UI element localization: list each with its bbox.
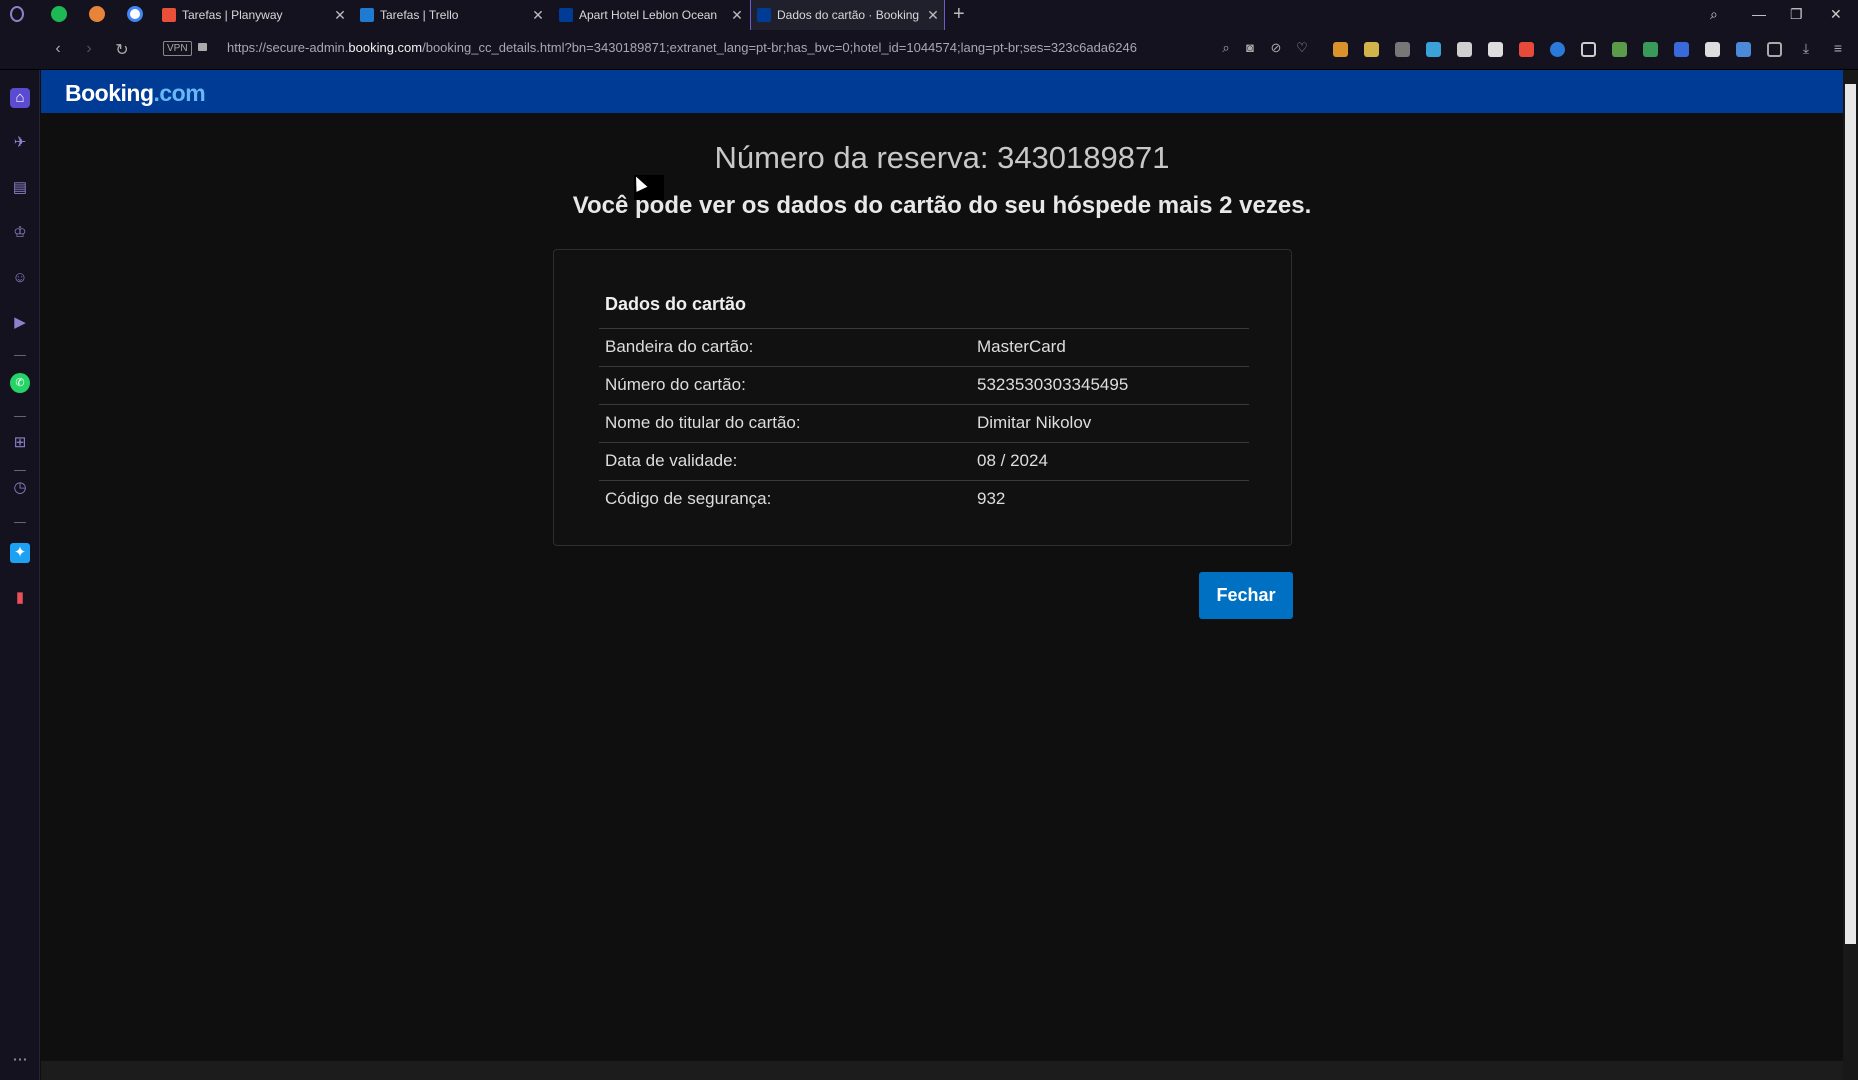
extension-2-icon[interactable] <box>1364 42 1379 57</box>
crown-icon[interactable]: ♔ <box>10 223 30 243</box>
extension-1-icon[interactable] <box>1333 42 1348 57</box>
tab-planyway[interactable]: Tarefas | Planyway ✕ <box>160 0 347 30</box>
history-icon[interactable]: ◷ <box>10 478 30 498</box>
row-label: Data de validade: <box>605 451 738 470</box>
close-tab-icon[interactable]: ✕ <box>730 7 744 24</box>
row-label: Código de segurança: <box>605 489 772 508</box>
row-value: Dimitar Nikolov <box>977 413 1092 432</box>
close-tab-icon[interactable]: ✕ <box>333 7 347 24</box>
extension-10-icon[interactable] <box>1612 42 1627 57</box>
sidebar-divider <box>14 355 26 356</box>
tab-title: Apart Hotel Leblon Ocean <box>579 8 718 22</box>
extension-4-icon[interactable] <box>1426 42 1441 57</box>
adblock-icon[interactable]: ⊘ <box>1266 40 1286 56</box>
trello-favicon-icon <box>360 8 374 22</box>
snapshot-icon[interactable]: ◙ <box>1240 40 1260 55</box>
easy-setup-icon[interactable]: ≡ <box>1828 40 1848 56</box>
row-value: 932 <box>977 489 1006 508</box>
reservation-heading: Número da reserva: 3430189871 <box>714 140 1170 175</box>
restore-icon[interactable]: ❐ <box>1790 6 1803 23</box>
emoji-icon[interactable]: ☺ <box>10 268 30 288</box>
extension-6-icon[interactable] <box>1488 42 1503 57</box>
bottom-bar <box>41 1061 1843 1080</box>
tab-title: Tarefas | Planyway <box>182 8 283 22</box>
opera-menu-icon[interactable] <box>10 6 24 22</box>
extension-9-icon[interactable] <box>1581 42 1596 57</box>
extension-15-icon[interactable] <box>1767 42 1782 57</box>
view-limit-warning: Você pode ver os dados do cartão do seu … <box>572 192 1312 219</box>
row-label: Número do cartão: <box>605 375 746 394</box>
analytics-icon[interactable]: ▮ <box>10 588 30 608</box>
extension-3-icon[interactable] <box>1395 42 1410 57</box>
tab-trello[interactable]: Tarefas | Trello ✕ <box>358 0 545 30</box>
card-row-cvc: Código de segurança: 932 <box>599 480 1249 519</box>
sidebar-divider <box>14 470 26 471</box>
row-value: 5323530303345495 <box>977 375 1129 394</box>
back-icon[interactable]: ‹ <box>48 40 68 58</box>
close-tab-icon[interactable]: ✕ <box>531 7 545 24</box>
card-details-panel: Dados do cartão Bandeira do cartão: Mast… <box>553 249 1292 546</box>
booking-header: Booking.com <box>41 70 1843 113</box>
pinned-tab-spotify-icon[interactable] <box>51 6 67 22</box>
downloads-icon[interactable]: ⤓ <box>1796 40 1816 57</box>
address-bar-row: ‹ › ↻ VPN https://secure-admin.booking.c… <box>0 30 1858 70</box>
booking-favicon-icon <box>757 8 771 22</box>
tab-title: Dados do cartão · Booking <box>777 8 920 22</box>
extension-12-icon[interactable] <box>1674 42 1689 57</box>
extension-14-icon[interactable] <box>1736 42 1751 57</box>
sidebar-divider <box>14 416 26 417</box>
bookmark-heart-icon[interactable]: ♡ <box>1292 40 1312 56</box>
booking-logo[interactable]: Booking.com <box>65 80 206 107</box>
close-tab-icon[interactable]: ✕ <box>926 7 940 24</box>
vpn-badge[interactable]: VPN <box>163 41 192 56</box>
zoom-icon[interactable]: ⌕ <box>1216 40 1236 56</box>
extension-11-icon[interactable] <box>1643 42 1658 57</box>
window-close-icon[interactable]: ✕ <box>1830 6 1842 23</box>
scrollbar-thumb[interactable] <box>1845 84 1856 944</box>
extension-5-icon[interactable] <box>1457 42 1472 57</box>
home-icon[interactable]: ⌂ <box>10 88 30 108</box>
minimize-icon[interactable]: — <box>1752 6 1766 22</box>
whatsapp-icon[interactable]: ✆ <box>10 373 30 393</box>
close-button[interactable]: Fechar <box>1199 572 1293 619</box>
new-tab-button[interactable]: + <box>953 3 965 26</box>
forward-icon[interactable]: › <box>79 40 99 58</box>
sidebar-divider <box>14 522 26 523</box>
card-row-number: Número do cartão: 5323530303345495 <box>599 366 1249 405</box>
search-tabs-icon[interactable]: ⌕ <box>1710 6 1718 23</box>
player-icon[interactable]: ▶ <box>10 313 30 333</box>
more-icon[interactable]: ⋯ <box>10 1050 30 1070</box>
extension-8-icon[interactable] <box>1550 42 1565 57</box>
card-row-expiry: Data de validade: 08 / 2024 <box>599 442 1249 481</box>
booking-favicon-icon <box>559 8 573 22</box>
reload-icon[interactable]: ↻ <box>112 40 132 60</box>
row-value: 08 / 2024 <box>977 451 1048 470</box>
sidebar: ⌂ ✈ ▤ ♔ ☺ ▶ ✆ ⊞ ◷ ✦ ▮ ⋯ <box>0 70 40 1080</box>
twitter-icon[interactable]: ✦ <box>10 543 30 563</box>
pinned-tab-mail-icon[interactable] <box>89 6 105 22</box>
row-value: MasterCard <box>977 337 1066 356</box>
notes-icon[interactable]: ▤ <box>10 178 30 198</box>
workspaces-icon[interactable]: ⊞ <box>10 433 30 453</box>
extension-7-icon[interactable] <box>1519 42 1534 57</box>
card-section-title: Dados do cartão <box>605 294 747 314</box>
planyway-favicon-icon <box>162 8 176 22</box>
pinned-tab-google-icon[interactable] <box>127 6 143 22</box>
card-row-holder: Nome do titular do cartão: Dimitar Nikol… <box>599 404 1249 443</box>
row-label: Nome do titular do cartão: <box>605 413 801 432</box>
tab-title: Tarefas | Trello <box>380 8 459 22</box>
extension-13-icon[interactable] <box>1705 42 1720 57</box>
page-scrollbar[interactable] <box>1843 70 1858 1080</box>
tab-apart-hotel[interactable]: Apart Hotel Leblon Ocean ✕ <box>557 0 744 30</box>
row-label: Bandeira do cartão: <box>605 337 754 356</box>
card-row-brand: Bandeira do cartão: MasterCard <box>599 328 1249 367</box>
plane-icon[interactable]: ✈ <box>10 133 30 153</box>
tab-strip: Tarefas | Planyway ✕ Tarefas | Trello ✕ … <box>0 0 1858 30</box>
tab-dados-cartao[interactable]: Dados do cartão · Booking ✕ <box>750 0 945 30</box>
lock-icon[interactable] <box>198 43 207 51</box>
url-field[interactable]: https://secure-admin.booking.com/booking… <box>227 40 1207 55</box>
